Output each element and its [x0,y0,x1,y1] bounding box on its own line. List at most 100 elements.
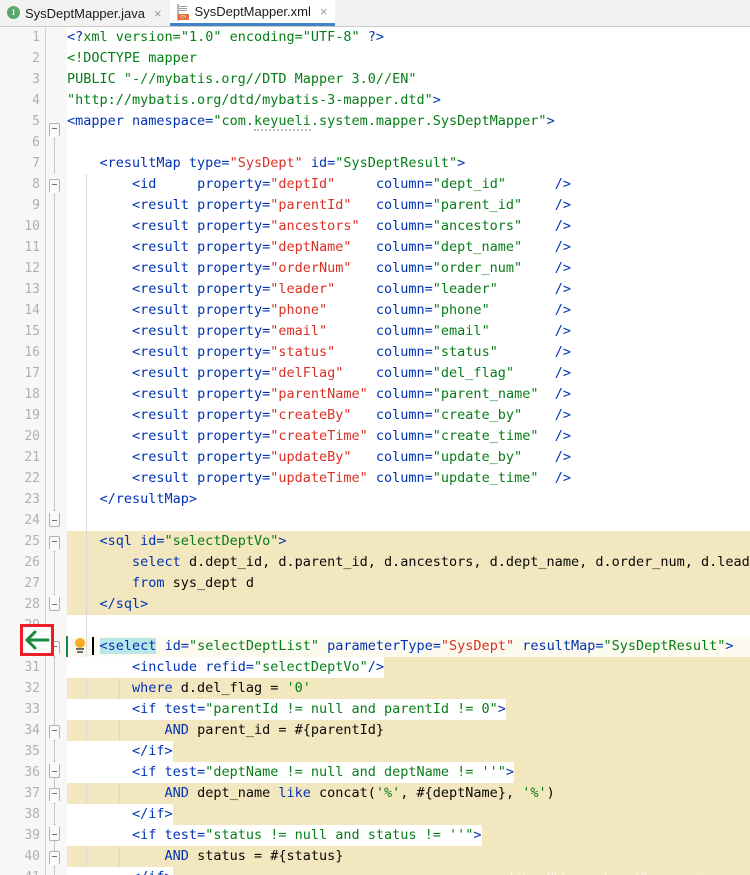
code-line[interactable]: <result property="parentId" column="pare… [67,195,571,216]
code-line[interactable]: <result property="updateTime" column="up… [67,468,571,489]
fold-region-bar [54,194,55,516]
code-line[interactable]: AND parent_id = #{parentId} [67,720,384,741]
code-line[interactable]: <result property="status" column="status… [67,342,571,363]
line-number: 4 [32,93,40,108]
line-number: 2 [32,51,40,66]
line-number: 33 [24,702,40,717]
code-line[interactable]: <result property="delFlag" column="del_f… [67,363,571,384]
code-line[interactable]: <mapper namespace="com.keyueli.system.ma… [67,111,555,132]
fold-collapse-icon[interactable] [49,123,60,134]
code-line[interactable]: <select id="selectDeptList" parameterTyp… [67,636,734,657]
line-number: 25 [24,534,40,549]
code-line[interactable]: </sql> [67,594,149,615]
code-line[interactable]: <result property="createBy" column="crea… [67,405,571,426]
fold-region-bar [54,551,55,593]
fold-collapse-icon[interactable] [49,179,60,190]
line-number: 16 [24,345,40,360]
line-number: 23 [24,492,40,507]
fold-collapse-icon[interactable] [49,725,60,736]
editor-tab-bar: I SysDeptMapper.java × <> SysDeptMapper.… [0,0,750,27]
line-number: 10 [24,219,40,234]
xml-file-icon: <> [176,3,190,21]
gutter-divider [45,27,46,875]
code-line[interactable]: select d.dept_id, d.parent_id, d.ancesto… [67,552,750,573]
fold-expand-icon[interactable] [49,767,60,778]
code-line[interactable]: where d.del_flag = '0' [67,678,311,699]
line-number: 12 [24,261,40,276]
code-line[interactable]: AND dept_name like concat('%', #{deptNam… [67,783,555,804]
fold-expand-icon[interactable] [49,830,60,841]
line-number: 22 [24,471,40,486]
code-line[interactable]: <result property="ancestors" column="anc… [67,216,571,237]
line-number: 27 [24,576,40,591]
fold-region-bar [54,138,55,174]
line-number: 19 [24,408,40,423]
line-number: 20 [24,429,40,444]
tab-close-icon[interactable]: × [154,7,162,20]
fold-collapse-icon[interactable] [49,536,60,547]
tab-sysdeptmapper-java[interactable]: I SysDeptMapper.java × [0,0,170,26]
code-line[interactable]: <!DOCTYPE mapper [67,48,197,69]
fold-expand-icon[interactable] [49,600,60,611]
tab-label: SysDeptMapper.java [25,5,145,21]
line-number: 9 [32,198,40,213]
tab-sysdeptmapper-xml[interactable]: <> SysDeptMapper.xml × [169,0,336,26]
line-number: 38 [24,807,40,822]
code-line[interactable]: <result property="leader" column="leader… [67,279,571,300]
code-line[interactable]: <result property="orderNum" column="orde… [67,258,571,279]
line-number: 8 [32,177,40,192]
code-line[interactable]: </resultMap> [67,489,198,510]
code-line[interactable]: <sql id="selectDeptVo"> [67,531,287,552]
line-number: 31 [24,660,40,675]
annotation-box [20,624,54,656]
line-number: 34 [24,723,40,738]
line-number: 40 [24,849,40,864]
code-line[interactable]: <result property="createTime" column="cr… [67,426,571,447]
line-number: 36 [24,765,40,780]
line-number: 6 [32,135,40,150]
code-folding-gutter[interactable] [45,27,67,875]
fold-collapse-icon[interactable] [49,851,60,862]
fold-collapse-icon[interactable] [49,788,60,799]
line-number: 1 [32,30,40,45]
code-editor[interactable]: 1 2 3 4 5 6 7 8 9 10 11 12 13 14 15 16 1… [0,27,750,875]
code-line[interactable]: <result property="email" column="email" … [67,321,571,342]
code-line[interactable]: <if test="deptName != null and deptName … [67,762,515,783]
ide-window: I SysDeptMapper.java × <> SysDeptMapper.… [0,0,750,875]
line-number: 35 [24,744,40,759]
line-number: 39 [24,828,40,843]
line-number: 41 [0,867,40,875]
code-line[interactable]: "http://mybatis.org/dtd/mybatis-3-mapper… [67,90,441,111]
code-line[interactable]: from sys_dept d [67,573,254,594]
code-line[interactable]: <result property="phone" column="phone" … [67,300,571,321]
line-number: 11 [24,240,40,255]
java-class-icon: I [7,6,20,20]
code-line[interactable]: <if test="status != null and status != '… [67,825,482,846]
code-line[interactable]: </if> [67,741,173,762]
line-number: 26 [24,555,40,570]
line-number: 7 [32,156,40,171]
code-line[interactable]: </if> [67,804,173,825]
tab-close-icon[interactable]: × [320,5,328,18]
code-line[interactable]: <result property="parentName" column="pa… [67,384,571,405]
code-line[interactable]: <result property="updateBy" column="upda… [67,447,571,468]
code-line[interactable]: <resultMap type="SysDept" id="SysDeptRes… [67,153,466,174]
tab-label: SysDeptMapper.xml [194,4,311,19]
line-number: 15 [24,324,40,339]
code-line[interactable]: <result property="deptName" column="dept… [67,237,571,258]
code-line[interactable]: AND status = #{status} [67,846,344,867]
fold-expand-icon[interactable] [49,516,60,527]
code-line[interactable]: <id property="deptId" column="dept_id" /… [67,174,571,195]
line-number: 21 [24,450,40,465]
line-number: 14 [24,303,40,318]
line-number: 32 [24,681,40,696]
code-line[interactable]: <if test="parentId != null and parentId … [67,699,506,720]
code-line[interactable]: <?xml version="1.0" encoding="UTF-8" ?> [67,27,384,48]
line-number: 37 [24,786,40,801]
code-line[interactable]: <include refid="selectDeptVo"/> [67,657,385,678]
code-line[interactable]: PUBLIC "-//mybatis.org//DTD Mapper 3.0//… [67,69,417,90]
left-arrow-icon [25,630,50,650]
line-number: 28 [24,597,40,612]
line-number: 5 [32,114,40,129]
code-line[interactable]: </if> [67,867,173,875]
